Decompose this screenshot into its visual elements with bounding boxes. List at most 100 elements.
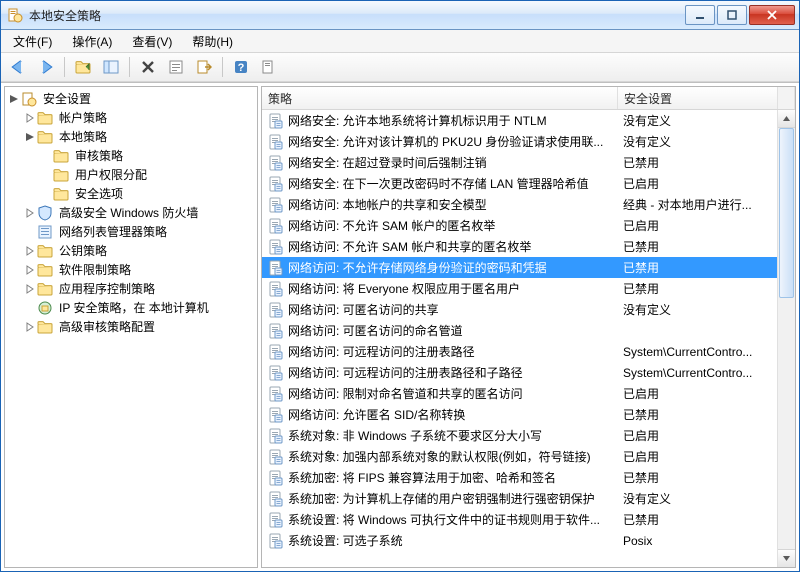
list-row[interactable]: 网络安全: 允许对该计算机的 PKU2U 身份验证请求使用联...没有定义 — [262, 131, 777, 152]
policy-name: 网络访问: 将 Everyone 权限应用于匿名用户 — [288, 280, 520, 297]
expander-icon[interactable] — [23, 320, 37, 334]
policy-icon — [268, 134, 284, 150]
tree-advanced-audit[interactable]: 高级审核策略配置 — [5, 317, 257, 336]
list-row[interactable]: 网络访问: 可远程访问的注册表路径System\CurrentContro... — [262, 341, 777, 362]
folder-icon — [37, 110, 53, 126]
expander-icon[interactable] — [7, 92, 21, 106]
tree-account-policy[interactable]: 帐户策略 — [5, 108, 257, 127]
expander-icon[interactable] — [23, 111, 37, 125]
scroll-up-button[interactable] — [778, 110, 795, 128]
tree-software-restriction[interactable]: 软件限制策略 — [5, 260, 257, 279]
menu-view[interactable]: 查看(V) — [124, 32, 180, 51]
tree-root[interactable]: 安全设置 — [5, 89, 257, 108]
list-row[interactable]: 网络访问: 本地帐户的共享和安全模型 经典 - 对本地用户进行... — [262, 194, 777, 215]
list-row[interactable]: 网络访问: 不允许 SAM 帐户的匿名枚举已启用 — [262, 215, 777, 236]
policy-icon — [268, 239, 284, 255]
tree-item-label: 本地策略 — [57, 128, 109, 145]
list-row[interactable]: 系统加密: 将 FIPS 兼容算法用于加密、哈希和签名已禁用 — [262, 467, 777, 488]
firewall-icon — [37, 205, 53, 221]
help-button[interactable] — [256, 54, 282, 80]
list-row[interactable]: 网络访问: 可远程访问的注册表路径和子路径System\CurrentContr… — [262, 362, 777, 383]
menu-help[interactable]: 帮助(H) — [184, 32, 241, 51]
expander-spacer — [23, 301, 37, 315]
policy-setting: 已启用 — [617, 448, 777, 465]
list-row[interactable]: 网络访问: 允许匿名 SID/名称转换已禁用 — [262, 404, 777, 425]
policy-name: 网络访问: 本地帐户的共享和安全模型 — [288, 196, 487, 213]
policy-setting: 没有定义 — [617, 133, 777, 150]
delete-button[interactable] — [135, 54, 161, 80]
forward-button[interactable] — [33, 54, 59, 80]
up-button[interactable] — [70, 54, 96, 80]
properties-button[interactable] — [163, 54, 189, 80]
list-row[interactable]: 网络访问: 可匿名访问的命名管道 — [262, 320, 777, 341]
column-policy[interactable]: 策略 — [262, 87, 618, 109]
policy-setting: 已启用 — [617, 175, 777, 192]
policy-setting: 已禁用 — [617, 154, 777, 171]
export-button[interactable] — [191, 54, 217, 80]
list-row[interactable]: 系统对象: 加强内部系统对象的默认权限(例如，符号链接)已启用 — [262, 446, 777, 467]
policy-icon — [268, 281, 284, 297]
maximize-button[interactable] — [717, 5, 747, 25]
tree-firewall[interactable]: 高级安全 Windows 防火墙 — [5, 203, 257, 222]
list-row[interactable]: 网络安全: 在超过登录时间后强制注销 已禁用 — [262, 152, 777, 173]
list-row[interactable]: 网络访问: 限制对命名管道和共享的匿名访问已启用 — [262, 383, 777, 404]
expander-icon[interactable] — [23, 282, 37, 296]
policy-setting: 已禁用 — [617, 469, 777, 486]
policy-setting: 经典 - 对本地用户进行... — [617, 196, 777, 213]
tree-security-options[interactable]: 安全选项 — [5, 184, 257, 203]
vertical-scrollbar[interactable] — [777, 110, 795, 567]
list-row[interactable]: 网络安全: 在下一次更改密码时不存储 LAN 管理器哈希值已启用 — [262, 173, 777, 194]
list-row[interactable]: 网络访问: 不允许 SAM 帐户和共享的匿名枚举已禁用 — [262, 236, 777, 257]
menu-file[interactable]: 文件(F) — [5, 32, 60, 51]
svg-text:?: ? — [238, 62, 245, 74]
tree-public-key[interactable]: 公钥策略 — [5, 241, 257, 260]
menu-action[interactable]: 操作(A) — [64, 32, 120, 51]
scroll-down-button[interactable] — [778, 549, 795, 567]
back-button[interactable] — [5, 54, 31, 80]
policy-name: 网络访问: 可匿名访问的共享 — [288, 301, 439, 318]
expander-icon[interactable] — [23, 244, 37, 258]
policy-name: 网络安全: 在超过登录时间后强制注销 — [288, 154, 487, 171]
tree-app-control[interactable]: 应用程序控制策略 — [5, 279, 257, 298]
list-body[interactable]: 网络安全: 允许本地系统将计算机标识用于 NTLM没有定义网络安全: 允许对该计… — [262, 110, 777, 567]
list-row[interactable]: 系统加密: 为计算机上存储的用户密钥强制进行强密钥保护没有定义 — [262, 488, 777, 509]
policy-icon — [268, 386, 284, 402]
menu-help-label: 帮助(H) — [192, 35, 233, 49]
scroll-track[interactable] — [778, 128, 795, 549]
list-row[interactable]: 网络访问: 将 Everyone 权限应用于匿名用户已禁用 — [262, 278, 777, 299]
tree-item-label: 网络列表管理器策略 — [57, 223, 169, 240]
titlebar[interactable]: 本地安全策略 — [1, 1, 799, 30]
policy-icon — [268, 344, 284, 360]
list-row[interactable]: 系统设置: 将 Windows 可执行文件中的证书规则用于软件...已禁用 — [262, 509, 777, 530]
policy-setting: 已禁用 — [617, 259, 777, 276]
scroll-thumb[interactable] — [779, 128, 794, 298]
list-row[interactable]: 网络安全: 允许本地系统将计算机标识用于 NTLM没有定义 — [262, 110, 777, 131]
tree-item-label: 高级审核策略配置 — [57, 318, 157, 335]
list-row[interactable]: 系统设置: 可选子系统Posix — [262, 530, 777, 551]
list-row[interactable]: 网络访问: 不允许存储网络身份验证的密码和凭据已禁用 — [262, 257, 777, 278]
tree-user-rights[interactable]: 用户权限分配 — [5, 165, 257, 184]
tree[interactable]: 安全设置 帐户策略 本地策略 审核策略 — [5, 87, 257, 567]
list-row[interactable]: 网络访问: 可匿名访问的共享没有定义 — [262, 299, 777, 320]
expander-icon[interactable] — [23, 263, 37, 277]
policy-name: 网络访问: 可远程访问的注册表路径和子路径 — [288, 364, 523, 381]
expander-icon[interactable] — [23, 130, 37, 144]
expander-icon[interactable] — [23, 206, 37, 220]
refresh-button[interactable]: ? — [228, 54, 254, 80]
menubar: 文件(F) 操作(A) 查看(V) 帮助(H) — [1, 30, 799, 53]
tree-audit-policy[interactable]: 审核策略 — [5, 146, 257, 165]
minimize-button[interactable] — [685, 5, 715, 25]
tree-item-label: 安全选项 — [73, 185, 125, 202]
show-hide-tree-button[interactable] — [98, 54, 124, 80]
close-button[interactable] — [749, 5, 795, 25]
tree-network-list[interactable]: 网络列表管理器策略 — [5, 222, 257, 241]
column-setting[interactable]: 安全设置 — [618, 87, 778, 109]
folder-icon — [53, 186, 69, 202]
tree-item-label: 软件限制策略 — [57, 261, 133, 278]
tree-ip-security[interactable]: IP 安全策略，在 本地计算机 — [5, 298, 257, 317]
policy-icon — [268, 197, 284, 213]
policy-name: 系统设置: 将 Windows 可执行文件中的证书规则用于软件... — [288, 511, 600, 528]
policy-icon — [268, 365, 284, 381]
tree-local-policy[interactable]: 本地策略 — [5, 127, 257, 146]
list-row[interactable]: 系统对象: 非 Windows 子系统不要求区分大小写已启用 — [262, 425, 777, 446]
